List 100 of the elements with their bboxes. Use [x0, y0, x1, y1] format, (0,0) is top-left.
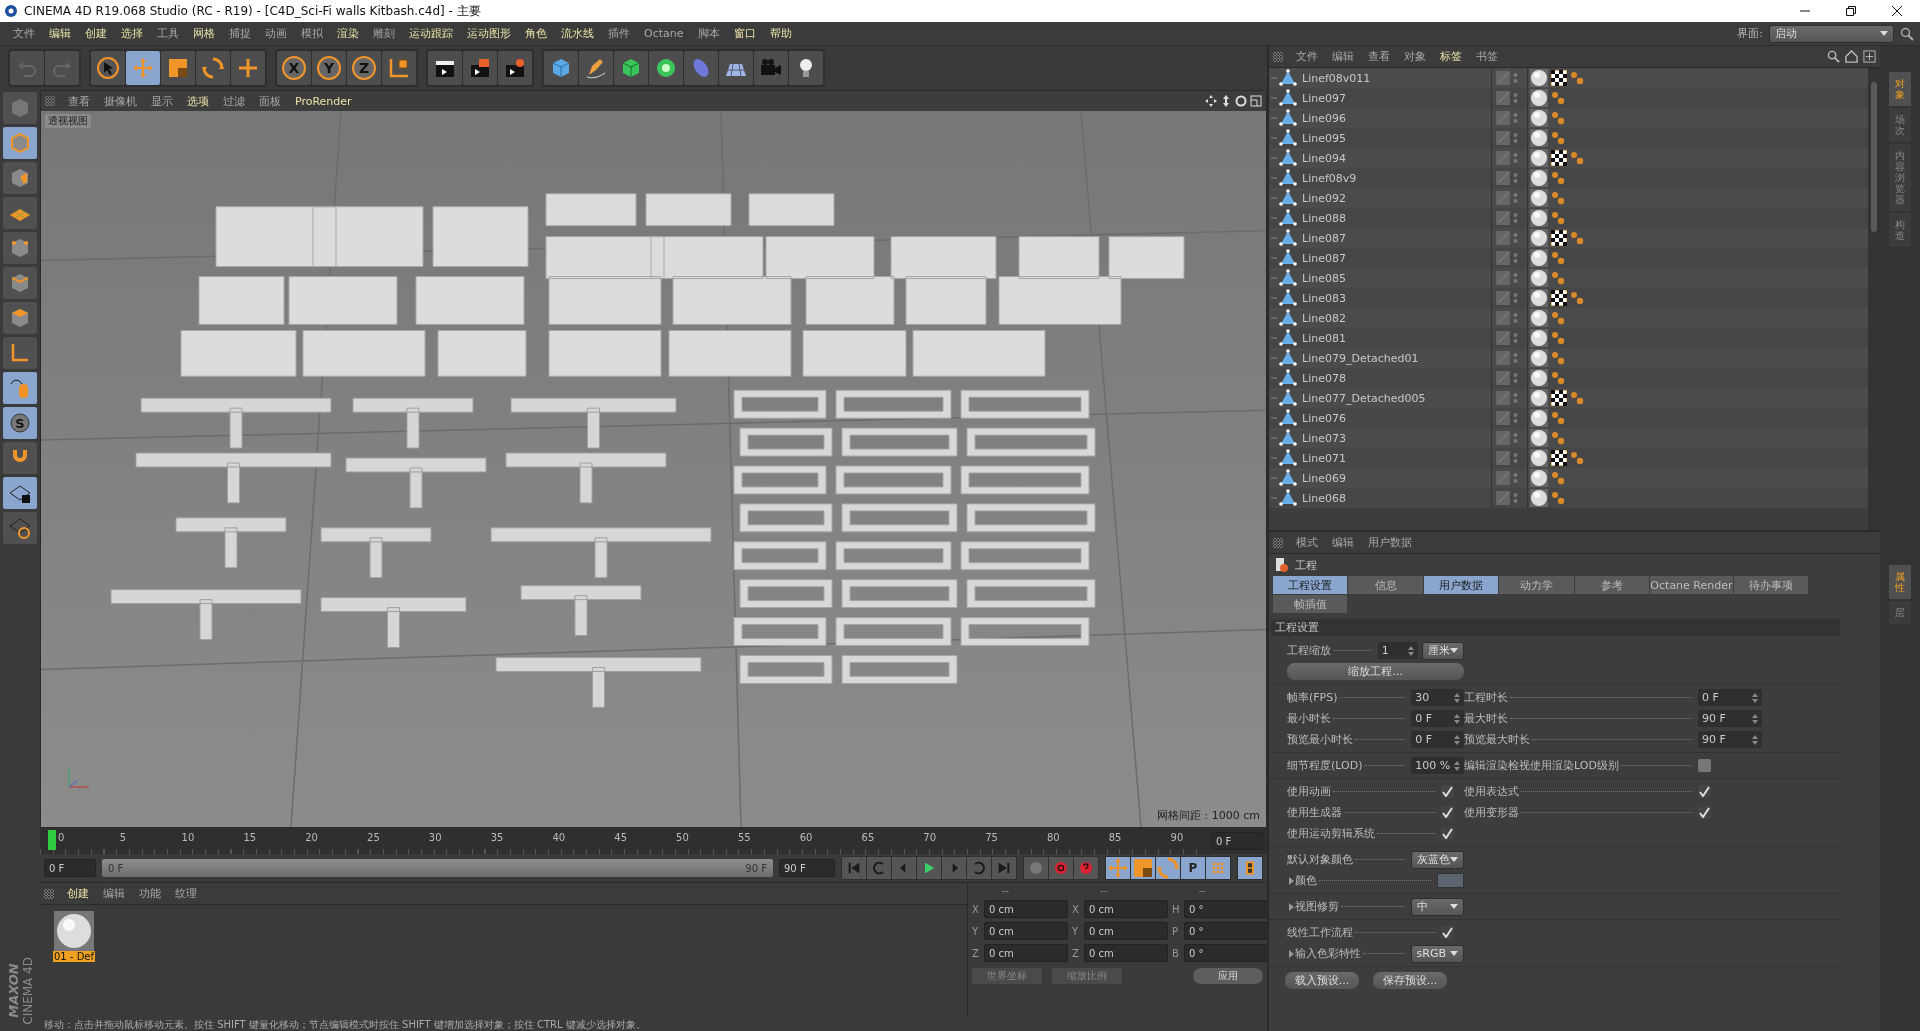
phong-tag-icon[interactable] [1551, 251, 1565, 265]
preset-button[interactable]: 载入预设... [1285, 972, 1359, 989]
material-tag-icon[interactable] [1530, 189, 1548, 207]
spinner-icon[interactable] [1454, 734, 1460, 745]
zoom-arrows-icon[interactable] [1220, 95, 1232, 107]
material-ball-icon[interactable] [54, 911, 94, 951]
phong-tag-icon[interactable] [1551, 331, 1565, 345]
number-field[interactable]: 0 F [1698, 689, 1762, 706]
checkbox[interactable] [1441, 827, 1454, 840]
phong-tag-icon[interactable] [1570, 451, 1584, 465]
dropdown[interactable]: 灰蓝色 [1410, 850, 1464, 869]
orbit-icon[interactable] [1235, 95, 1247, 107]
number-field[interactable]: 0 F [1411, 731, 1464, 748]
spinner-icon[interactable] [1752, 734, 1758, 745]
side-tab[interactable]: 层 [1889, 600, 1911, 624]
visibility-dots-icon[interactable] [1513, 412, 1518, 424]
search-icon[interactable] [1900, 26, 1914, 41]
layer-check-icon[interactable] [1496, 211, 1510, 225]
coordinate-field[interactable]: 0 cm [984, 900, 1068, 918]
number-field[interactable]: 1 [1377, 642, 1418, 659]
dropdown[interactable]: sRGB [1410, 944, 1464, 963]
spinner-icon[interactable] [1407, 645, 1414, 656]
coordinate-field[interactable]: 0 cm [984, 922, 1068, 940]
material-tag-icon[interactable] [1530, 409, 1548, 427]
frame-range-slider[interactable]: 0 F 90 F [102, 859, 773, 877]
material-tag-icon[interactable] [1530, 329, 1548, 347]
menu-item[interactable]: 雕刻 [366, 26, 402, 41]
checker-tag-icon[interactable] [1551, 230, 1567, 246]
phong-tag-icon[interactable] [1551, 91, 1565, 105]
menu-item[interactable]: 编辑 [1325, 49, 1361, 64]
checkbox[interactable] [1698, 806, 1711, 819]
menu-item[interactable]: ProRender [288, 94, 359, 108]
phong-tag-icon[interactable] [1551, 131, 1565, 145]
menu-item[interactable]: 纹理 [168, 886, 204, 901]
playback-button[interactable] [1049, 857, 1073, 879]
menu-item[interactable]: 用户数据 [1361, 535, 1419, 550]
dropdown[interactable]: 中 [1410, 897, 1464, 916]
layer-check-icon[interactable] [1496, 451, 1510, 465]
layer-check-icon[interactable] [1496, 491, 1510, 505]
menu-item[interactable]: 编辑 [1325, 535, 1361, 550]
menu-item[interactable]: 模式 [1289, 535, 1325, 550]
grip-handle[interactable] [45, 96, 55, 106]
menu-item[interactable]: 面板 [252, 93, 288, 109]
number-field[interactable]: 90 F [1698, 731, 1762, 748]
material-tag-icon[interactable] [1530, 389, 1548, 407]
home-icon[interactable] [1845, 50, 1858, 63]
coordinate-field[interactable]: 0 cm [1084, 944, 1168, 962]
phong-tag-icon[interactable] [1551, 111, 1565, 125]
menu-item[interactable]: 功能 [132, 886, 168, 901]
visibility-dots-icon[interactable] [1513, 232, 1518, 244]
preset-button[interactable]: 保存预设... [1373, 972, 1447, 989]
collapsed-arrow-icon[interactable] [1287, 902, 1295, 911]
menu-item[interactable]: 文件 [6, 26, 42, 41]
side-tab[interactable]: 属性 [1889, 564, 1911, 599]
material-tag-icon[interactable] [1530, 349, 1548, 367]
mode-button[interactable] [3, 337, 37, 369]
playback-button[interactable] [892, 857, 916, 879]
side-tab[interactable]: 内容浏览器 [1889, 144, 1911, 211]
visibility-dots-icon[interactable] [1513, 492, 1518, 504]
visibility-dots-icon[interactable] [1513, 192, 1518, 204]
visibility-dots-icon[interactable] [1513, 332, 1518, 344]
phong-tag-icon[interactable] [1570, 151, 1584, 165]
playback-button[interactable] [942, 857, 966, 879]
coordinate-field[interactable]: 0 cm [984, 944, 1068, 962]
checker-tag-icon[interactable] [1551, 70, 1567, 86]
search-icon[interactable] [1827, 50, 1840, 63]
spinner-icon[interactable] [1752, 692, 1758, 703]
attribute-tab[interactable]: 动力学 [1499, 576, 1574, 594]
layer-check-icon[interactable] [1496, 351, 1510, 365]
mode-button[interactable] [3, 512, 37, 544]
material-tag-icon[interactable] [1530, 149, 1548, 167]
coordinate-field[interactable]: 0 ° [1184, 900, 1268, 918]
visibility-dots-icon[interactable] [1513, 132, 1518, 144]
menu-item[interactable]: 显示 [144, 93, 180, 109]
menu-item[interactable]: 摄像机 [97, 93, 144, 109]
phong-tag-icon[interactable] [1551, 491, 1565, 505]
phong-tag-icon[interactable] [1570, 291, 1584, 305]
menu-item[interactable]: 模拟 [294, 26, 330, 41]
layer-check-icon[interactable] [1496, 191, 1510, 205]
material-tag-icon[interactable] [1530, 469, 1548, 487]
visibility-dots-icon[interactable] [1513, 392, 1518, 404]
layer-check-icon[interactable] [1496, 111, 1510, 125]
visibility-dots-icon[interactable] [1513, 212, 1518, 224]
visibility-dots-icon[interactable] [1513, 72, 1518, 84]
material-tag-icon[interactable] [1530, 449, 1548, 467]
phong-tag-icon[interactable] [1551, 211, 1565, 225]
menu-item[interactable]: 帮助 [762, 26, 799, 41]
material-tag-icon[interactable] [1530, 69, 1548, 87]
checker-tag-icon[interactable] [1551, 390, 1567, 406]
visibility-dots-icon[interactable] [1513, 92, 1518, 104]
visibility-dots-icon[interactable] [1513, 152, 1518, 164]
number-field[interactable]: 90 F [1698, 710, 1762, 727]
menu-item[interactable]: 创建 [78, 26, 114, 41]
menu-item[interactable]: 编辑 [42, 26, 78, 41]
playback-button[interactable] [842, 857, 866, 879]
phong-tag-icon[interactable] [1551, 311, 1565, 325]
maximize-view-icon[interactable] [1250, 95, 1262, 107]
phong-tag-icon[interactable] [1551, 351, 1565, 365]
menu-item[interactable]: 窗口 [726, 26, 763, 41]
layer-check-icon[interactable] [1496, 391, 1510, 405]
